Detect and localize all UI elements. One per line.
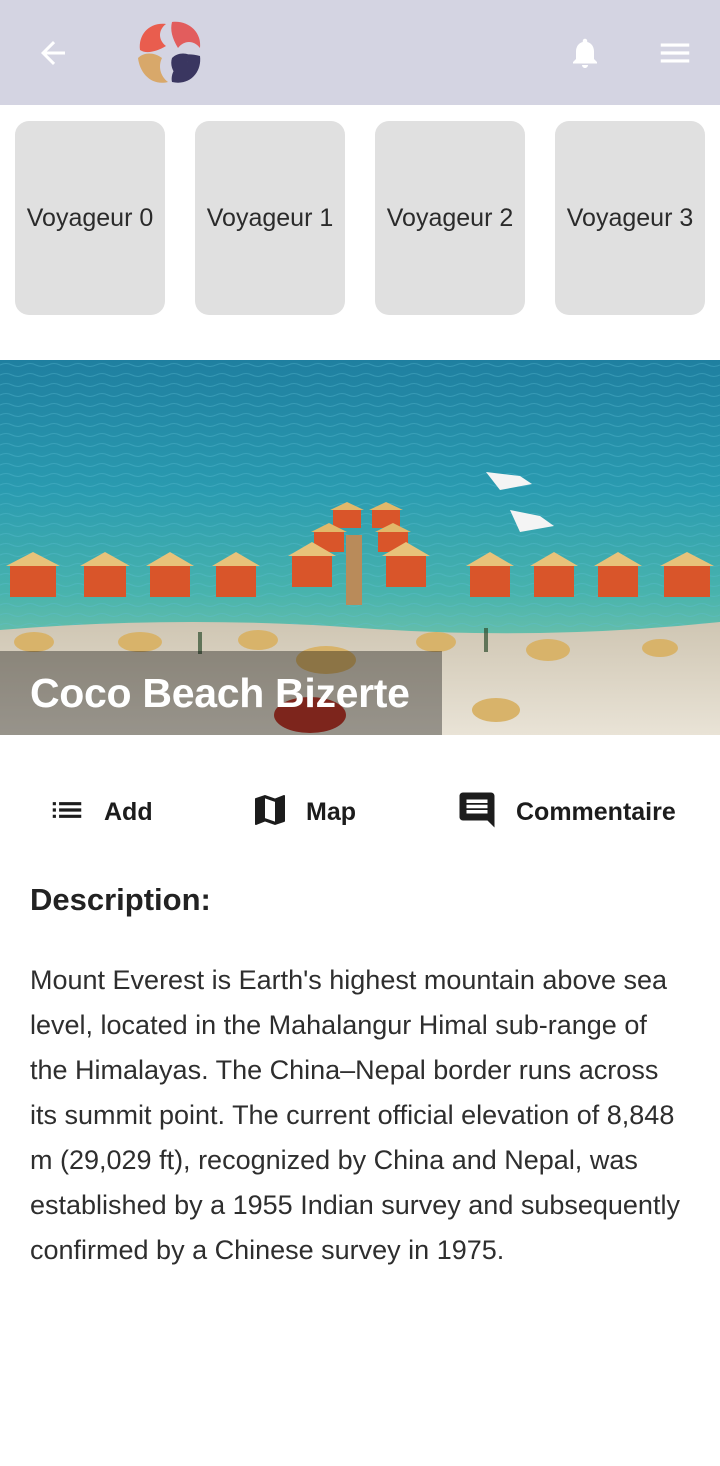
add-button[interactable]: Add [48,790,153,834]
traveler-label: Voyageur 1 [206,203,334,232]
comment-label: Commentaire [516,797,676,826]
add-label: Add [104,797,153,826]
description-heading: Description: [30,882,211,917]
comment-icon [456,789,498,836]
map-icon [250,790,290,835]
place-title: Coco Beach Bizerte [30,669,410,716]
traveler-label: Voyageur 0 [26,203,154,232]
comment-button[interactable]: Commentaire [456,790,676,834]
action-bar: Add Map Commentaire [0,760,720,860]
traveler-label: Voyageur 2 [386,203,514,232]
description-text: Mount Everest is Earth's highest mountai… [30,965,680,1265]
map-button[interactable]: Map [250,790,356,834]
bell-icon[interactable] [562,30,608,76]
traveler-card-2[interactable]: Voyageur 2 [375,121,525,315]
traveler-card-1[interactable]: Voyageur 1 [195,121,345,315]
arrow-left-icon[interactable] [30,30,76,76]
hero-image: Coco Beach Bizerte [0,360,720,735]
traveler-card-3[interactable]: Voyageur 3 [555,121,705,315]
app-logo[interactable] [132,16,206,90]
app-bar [0,0,720,105]
traveler-card-0[interactable]: Voyageur 0 [15,121,165,315]
hero-title-overlay: Coco Beach Bizerte [0,651,442,735]
traveler-list: Voyageur 0 Voyageur 1 Voyageur 2 Voyageu… [0,105,720,325]
map-label: Map [306,797,356,826]
traveler-label: Voyageur 3 [566,203,694,232]
hamburger-menu-icon[interactable] [652,30,698,76]
list-icon [48,791,86,834]
